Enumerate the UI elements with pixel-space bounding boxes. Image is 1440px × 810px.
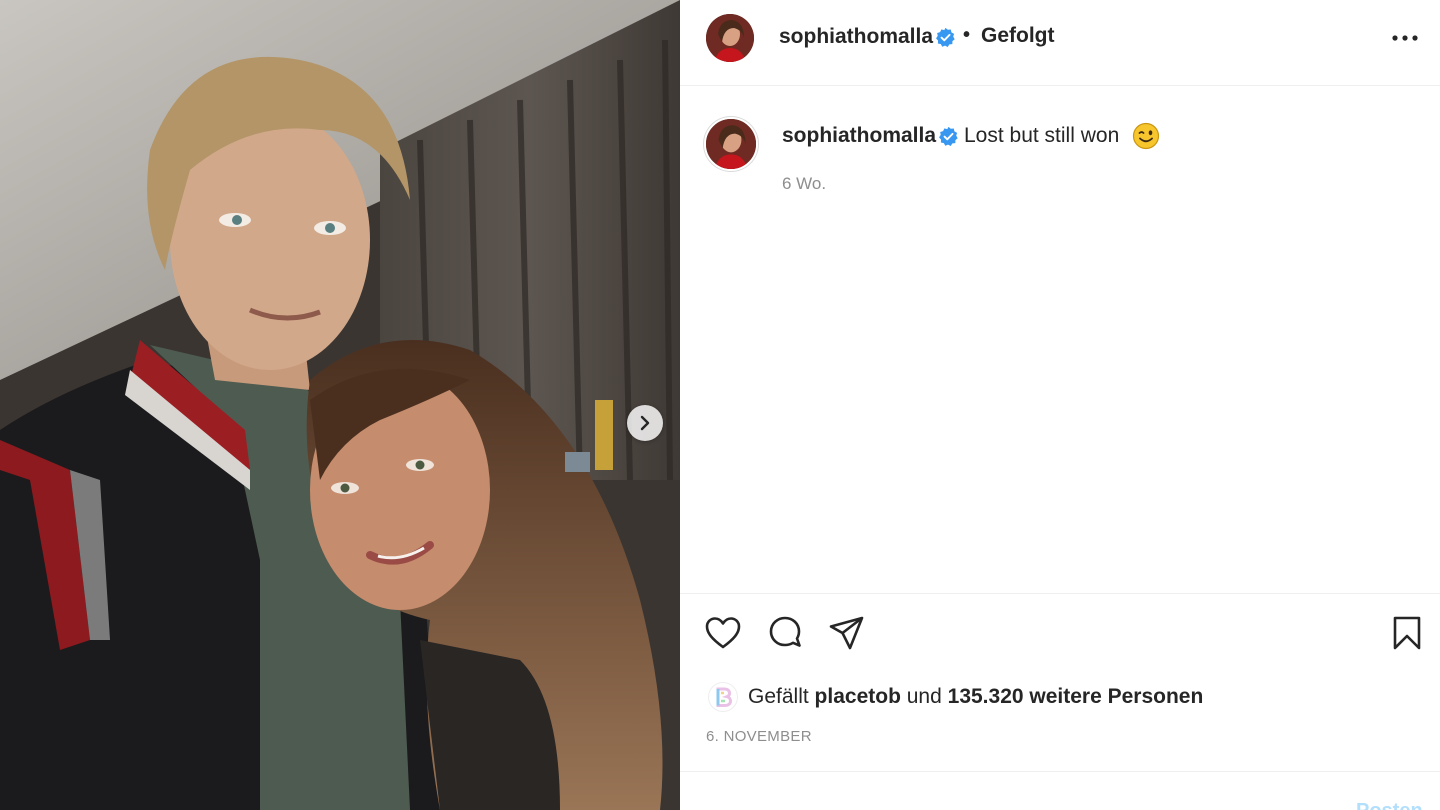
avatar[interactable] [706, 14, 754, 62]
liker-avatar[interactable] [708, 682, 738, 712]
separator-dot: • [963, 24, 971, 46]
next-image-button[interactable] [627, 405, 663, 441]
profile-picture [706, 14, 754, 62]
liker-username-link[interactable]: placetob [815, 685, 901, 708]
share-button[interactable] [828, 614, 866, 652]
comment-icon [769, 616, 801, 647]
winking-face-icon [1132, 122, 1160, 150]
follow-status-button[interactable]: Gefolgt [981, 24, 1055, 48]
verified-badge-icon [935, 27, 956, 48]
like-button[interactable] [704, 614, 742, 652]
chevron-right-icon [640, 415, 650, 431]
caption-avatar[interactable] [704, 117, 758, 171]
profile-picture [706, 119, 756, 169]
post-actions: Gefällt placetob und 135.320 weitere Per… [680, 593, 1440, 771]
comment-box: Posten [680, 771, 1440, 810]
likes-prefix: Gefällt [748, 685, 809, 708]
selfie-photo [0, 0, 680, 810]
caption-timestamp[interactable]: 6 Wo. [782, 174, 826, 194]
post-details-panel: sophiathomalla • Gefolgt sophiathomalla … [680, 0, 1440, 810]
verified-badge-icon [938, 126, 959, 147]
heart-icon [705, 617, 741, 649]
comment-button[interactable] [766, 614, 804, 652]
caption-username-link[interactable]: sophiathomalla [782, 124, 936, 148]
likes-summary: Gefällt placetob und 135.320 weitere Per… [748, 685, 1203, 709]
bookmark-icon [1393, 616, 1421, 650]
placetob-logo-icon [716, 687, 733, 707]
username-link[interactable]: sophiathomalla [779, 25, 933, 49]
likes-connector: und [906, 685, 942, 708]
save-button[interactable] [1388, 614, 1426, 652]
post-comment-button[interactable]: Posten [1356, 800, 1423, 810]
post-date[interactable]: 6. NOVEMBER [706, 728, 812, 745]
post-image[interactable] [0, 0, 680, 810]
paper-plane-icon [829, 616, 864, 650]
caption-text: Lost but still won [964, 124, 1120, 147]
likes-count-link[interactable]: 135.320 weitere Personen [948, 685, 1204, 708]
post-header: sophiathomalla • Gefolgt [680, 0, 1440, 86]
more-options-icon[interactable] [1390, 26, 1420, 50]
